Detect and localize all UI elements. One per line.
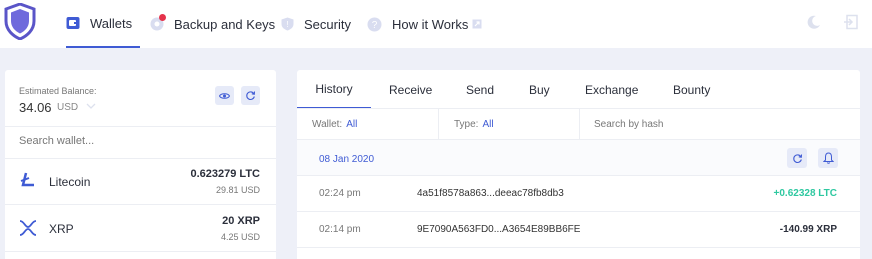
wallet-amount: 0.623279 LTC (190, 168, 260, 180)
nav-backup-label: Backup and Keys (174, 16, 276, 32)
date-label: 08 Jan 2020 (319, 154, 375, 165)
type-filter-value: All (482, 118, 494, 130)
tab-bounty[interactable]: Bounty (673, 70, 710, 109)
filter-divider (579, 109, 580, 139)
balance-currency[interactable]: USD (57, 102, 78, 113)
transaction-hash: 9E7090A563FD0...A3654E89BB6FE (417, 224, 581, 235)
nav-security[interactable]: ! Security (281, 0, 351, 48)
litecoin-icon (20, 172, 34, 187)
tab-history[interactable]: History (297, 70, 371, 109)
refresh-icon (792, 153, 802, 163)
top-navigation: Wallets Backup and Keys ! Security ? How… (0, 0, 872, 48)
transactions-panel: History Receive Send Buy Exchange Bounty… (297, 70, 860, 259)
svg-text:!: ! (286, 20, 288, 29)
nav-how-it-works[interactable]: ? How it Works (367, 0, 482, 48)
transaction-amount: +0.62328 LTC (773, 188, 837, 199)
toggle-visibility-button[interactable] (215, 86, 234, 105)
wallet-row-litecoin[interactable]: Litecoin 0.623279 LTC 29.81 USD (5, 159, 276, 205)
nav-how-label: How it Works (392, 16, 469, 32)
shield-icon: ! (281, 17, 294, 31)
nav-wallets-label: Wallets (90, 15, 133, 31)
filter-divider (438, 109, 439, 139)
eye-icon (219, 92, 230, 99)
key-icon (150, 14, 166, 31)
filter-bar: Wallet: All Type: All Search by hash (297, 109, 860, 140)
wallet-icon (66, 16, 80, 30)
notification-dot-icon (159, 14, 166, 21)
search-wallet-input[interactable]: Search wallet... (5, 126, 276, 159)
xrp-icon (19, 220, 37, 236)
search-hash-input[interactable]: Search by hash (594, 109, 664, 139)
moon-icon[interactable] (806, 14, 822, 30)
transaction-row[interactable]: 02:24 pm 4a51f8578a863...deeac78fb8db3 +… (297, 176, 860, 212)
wallet-filter-value: All (346, 118, 358, 130)
wallet-row-xrp[interactable]: XRP 20 XRP 4.25 USD (5, 206, 276, 252)
wallet-filter[interactable]: Wallet: All (312, 109, 357, 139)
chevron-down-icon[interactable] (86, 103, 96, 109)
wallet-filter-label: Wallet: (312, 118, 343, 130)
estimated-balance-label: Estimated Balance: (19, 86, 97, 96)
logout-icon[interactable] (843, 14, 859, 30)
bell-icon (822, 152, 834, 164)
type-filter-label: Type: (454, 118, 479, 130)
svg-text:?: ? (372, 20, 378, 31)
tab-send[interactable]: Send (466, 70, 494, 109)
nav-wallets[interactable]: Wallets (66, 0, 140, 48)
transaction-time: 02:14 pm (319, 224, 361, 235)
nav-backup-and-keys[interactable]: Backup and Keys (150, 0, 275, 48)
transaction-amount: -140.99 XRP (779, 224, 837, 235)
transaction-hash: 4a51f8578a863...deeac78fb8db3 (417, 188, 564, 199)
wallet-amount: 20 XRP (222, 215, 260, 227)
refresh-history-button[interactable] (787, 148, 807, 168)
transaction-row[interactable]: 02:14 pm 9E7090A563FD0...A3654E89BB6FE -… (297, 212, 860, 248)
notifications-button[interactable] (818, 148, 838, 168)
balance-value: 34.06 (19, 100, 52, 115)
wallet-panel: Estimated Balance: 34.06 USD Search wall… (5, 70, 276, 259)
tab-receive[interactable]: Receive (389, 70, 432, 109)
refresh-icon (246, 91, 256, 100)
refresh-balance-button[interactable] (241, 86, 260, 105)
shield-logo-icon[interactable] (4, 3, 36, 40)
tab-buy[interactable]: Buy (529, 70, 550, 109)
nav-security-label: Security (304, 16, 351, 32)
wallet-name: XRP (49, 222, 74, 236)
wallet-usd-value: 4.25 USD (220, 232, 260, 242)
wallet-usd-value: 29.81 USD (215, 185, 260, 195)
tab-exchange[interactable]: Exchange (585, 70, 638, 109)
type-filter[interactable]: Type: All (454, 109, 494, 139)
question-icon: ? (367, 17, 382, 32)
date-group-header: 08 Jan 2020 (297, 140, 860, 176)
transaction-time: 02:24 pm (319, 188, 361, 199)
external-link-icon (472, 19, 482, 29)
wallet-name: Litecoin (49, 175, 91, 189)
